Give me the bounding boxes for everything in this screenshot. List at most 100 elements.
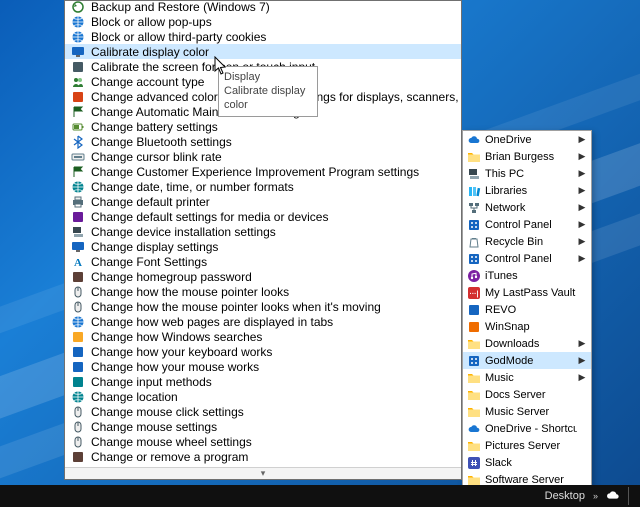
revo-icon (467, 303, 481, 317)
list-item[interactable]: Change cursor blink rate (65, 149, 461, 164)
flag-icon (71, 105, 85, 119)
toolbar-expand-icon[interactable]: » (593, 491, 598, 501)
list-item[interactable]: Change default settings for media or dev… (65, 209, 461, 224)
list-item[interactable]: Change device installation settings (65, 224, 461, 239)
list-item-label: Change default settings for media or dev… (91, 210, 328, 224)
list-item[interactable]: Change homegroup password (65, 269, 461, 284)
mouse-icon (71, 300, 85, 314)
menu-item[interactable]: OneDrive▶ (463, 131, 591, 148)
menu-item[interactable]: REVO (463, 301, 591, 318)
globe-region-icon (71, 180, 85, 194)
menu-item[interactable]: Brian Burgess▶ (463, 148, 591, 165)
folder-icon (467, 337, 481, 351)
users-icon (71, 75, 85, 89)
list-item[interactable]: Change how the mouse pointer looks when … (65, 299, 461, 314)
list-item[interactable]: Calibrate display color (65, 44, 461, 59)
list-item-label: Change homegroup password (91, 270, 252, 284)
color-icon (71, 90, 85, 104)
menu-item[interactable]: Control Panel▶ (463, 216, 591, 233)
submenu-arrow-icon: ▶ (577, 236, 587, 247)
network-icon (467, 201, 481, 215)
show-desktop-button[interactable] (628, 487, 634, 505)
menu-item-label: Software Server (485, 474, 577, 486)
menu-item-label: WinSnap (485, 321, 577, 333)
folder-icon (467, 371, 481, 385)
list-item[interactable]: Change mouse click settings (65, 404, 461, 419)
menu-item-label: Downloads (485, 338, 577, 350)
desktop-toolbar-label[interactable]: Desktop (545, 490, 585, 502)
svg-text:···|: ···| (470, 291, 479, 298)
list-item[interactable]: Change date, time, or number formats (65, 179, 461, 194)
menu-item[interactable]: This PC▶ (463, 165, 591, 182)
tooltip-title: Display (224, 70, 312, 84)
list-item[interactable]: AChange Font Settings (65, 254, 461, 269)
flag-icon (71, 165, 85, 179)
menu-item[interactable]: Network▶ (463, 199, 591, 216)
menu-item-label: My LastPass Vault (485, 287, 577, 299)
menu-item-label: iTunes (485, 270, 577, 282)
list-item-label: Change Bluetooth settings (91, 135, 232, 149)
menu-item[interactable]: Downloads▶ (463, 335, 591, 352)
list-item[interactable]: Change or remove a program (65, 449, 461, 464)
list-item[interactable]: Change Customer Experience Improvement P… (65, 164, 461, 179)
menu-item-label: Pictures Server (485, 440, 577, 452)
list-item[interactable]: Change location (65, 389, 461, 404)
submenu-arrow-icon: ▶ (577, 134, 587, 145)
list-item-label: Change how your keyboard works (91, 345, 272, 359)
submenu-arrow-icon: ▶ (577, 372, 587, 383)
menu-item[interactable]: Docs Server (463, 386, 591, 403)
list-item[interactable]: Change input methods (65, 374, 461, 389)
list-item-label: Change Customer Experience Improvement P… (91, 165, 419, 179)
menu-item[interactable]: ···| My LastPass Vault (463, 284, 591, 301)
battery-icon (71, 120, 85, 134)
monitor-icon (71, 240, 85, 254)
globe-icon (71, 15, 85, 29)
onedrive-tray-icon[interactable] (606, 489, 620, 503)
list-item[interactable]: Block or allow pop-ups (65, 14, 461, 29)
menu-item[interactable]: Music Server (463, 403, 591, 420)
list-item[interactable]: Change how the mouse pointer looks (65, 284, 461, 299)
menu-item[interactable]: Recycle Bin▶ (463, 233, 591, 250)
menu-item[interactable]: Libraries▶ (463, 182, 591, 199)
list-item-label: Block or allow third-party cookies (91, 30, 266, 44)
list-item-label: Change date, time, or number formats (91, 180, 294, 194)
computer-icon (71, 225, 85, 239)
menu-item[interactable]: Pictures Server (463, 437, 591, 454)
list-item[interactable]: Change battery settings (65, 119, 461, 134)
globe-region-icon (71, 390, 85, 404)
list-item[interactable]: Change how Windows searches (65, 329, 461, 344)
menu-item[interactable]: Music▶ (463, 369, 591, 386)
list-item[interactable]: Change how your mouse works (65, 359, 461, 374)
mouse-icon (71, 420, 85, 434)
menu-item[interactable]: WinSnap (463, 318, 591, 335)
scroll-down-button[interactable]: ▾ (65, 467, 461, 479)
list-item[interactable]: Backup and Restore (Windows 7) (65, 0, 461, 14)
list-item[interactable]: Change mouse settings (65, 419, 461, 434)
list-item[interactable]: Change how web pages are displayed in ta… (65, 314, 461, 329)
menu-item[interactable]: Control Panel▶ (463, 250, 591, 267)
list-item[interactable]: Change how your keyboard works (65, 344, 461, 359)
list-item[interactable]: Change default printer (65, 194, 461, 209)
menu-item[interactable]: GodMode▶ (463, 352, 591, 369)
menu-item[interactable]: OneDrive - Shortcut (463, 420, 591, 437)
submenu-arrow-icon: ▶ (577, 168, 587, 179)
pc-icon (467, 167, 481, 181)
index-icon (71, 330, 85, 344)
menu-item[interactable]: iTunes (463, 267, 591, 284)
list-item[interactable]: Change display settings (65, 239, 461, 254)
list-item[interactable]: Change mouse wheel settings (65, 434, 461, 449)
list-item[interactable]: Block or allow third-party cookies (65, 29, 461, 44)
menu-item[interactable]: Slack (463, 454, 591, 471)
submenu-arrow-icon: ▶ (577, 185, 587, 196)
menu-item-label: REVO (485, 304, 577, 316)
menu-item-label: Docs Server (485, 389, 577, 401)
mouse-icon (71, 405, 85, 419)
menu-item-label: Slack (485, 457, 577, 469)
list-item-label: Change or remove a program (91, 450, 248, 464)
list-item-label: Change how the mouse pointer looks (91, 285, 289, 299)
media-icon (71, 210, 85, 224)
list-item-label: Change cursor blink rate (91, 150, 222, 164)
list-item-label: Change input methods (91, 375, 212, 389)
list-item[interactable]: Change Bluetooth settings (65, 134, 461, 149)
list-item-label: Calibrate display color (91, 45, 209, 59)
